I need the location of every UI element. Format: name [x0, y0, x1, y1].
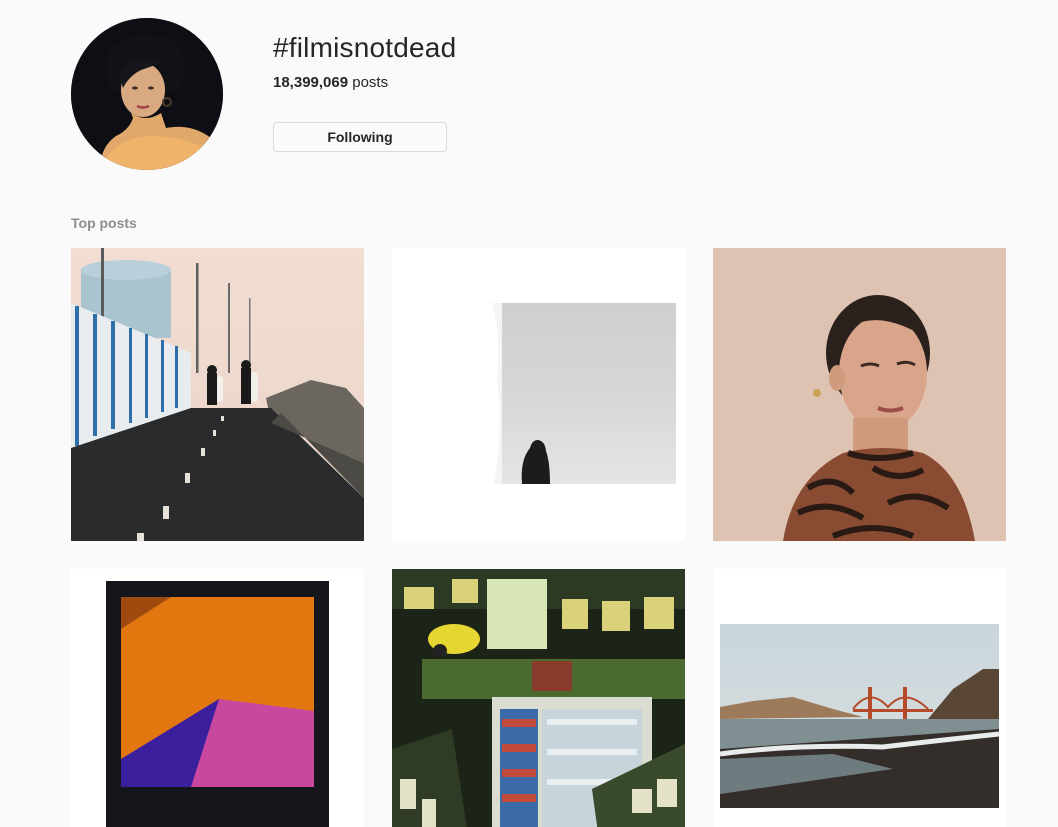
post-image-silhouette-fog — [392, 248, 685, 541]
hashtag-title: #filmisnotdead — [273, 32, 457, 63]
following-button[interactable]: Following — [273, 122, 447, 152]
hashtag-avatar — [71, 18, 223, 170]
top-posts-title: Top posts — [71, 215, 137, 231]
post-tile-5[interactable] — [392, 569, 685, 827]
post-image-polaroid-orange — [71, 569, 364, 827]
post-tile-1[interactable] — [71, 248, 364, 541]
post-image-surfers-road — [71, 248, 364, 541]
post-image-portrait-zebra — [713, 248, 1006, 541]
posts-count-label: posts — [352, 74, 389, 91]
hashtag-page: #filmisnotdead 18,399,069 posts Followin… — [0, 0, 1058, 827]
post-tile-4[interactable] — [71, 569, 364, 827]
avatar-photo — [71, 18, 223, 170]
post-tile-2[interactable] — [392, 248, 685, 541]
post-tile-6[interactable] — [713, 569, 1006, 827]
post-tile-3[interactable] — [713, 248, 1006, 541]
post-image-grocery-store — [392, 569, 685, 827]
post-image-golden-gate-beach — [713, 569, 1006, 827]
posts-count: 18,399,069 posts — [273, 74, 388, 91]
posts-count-number: 18,399,069 — [273, 74, 349, 91]
